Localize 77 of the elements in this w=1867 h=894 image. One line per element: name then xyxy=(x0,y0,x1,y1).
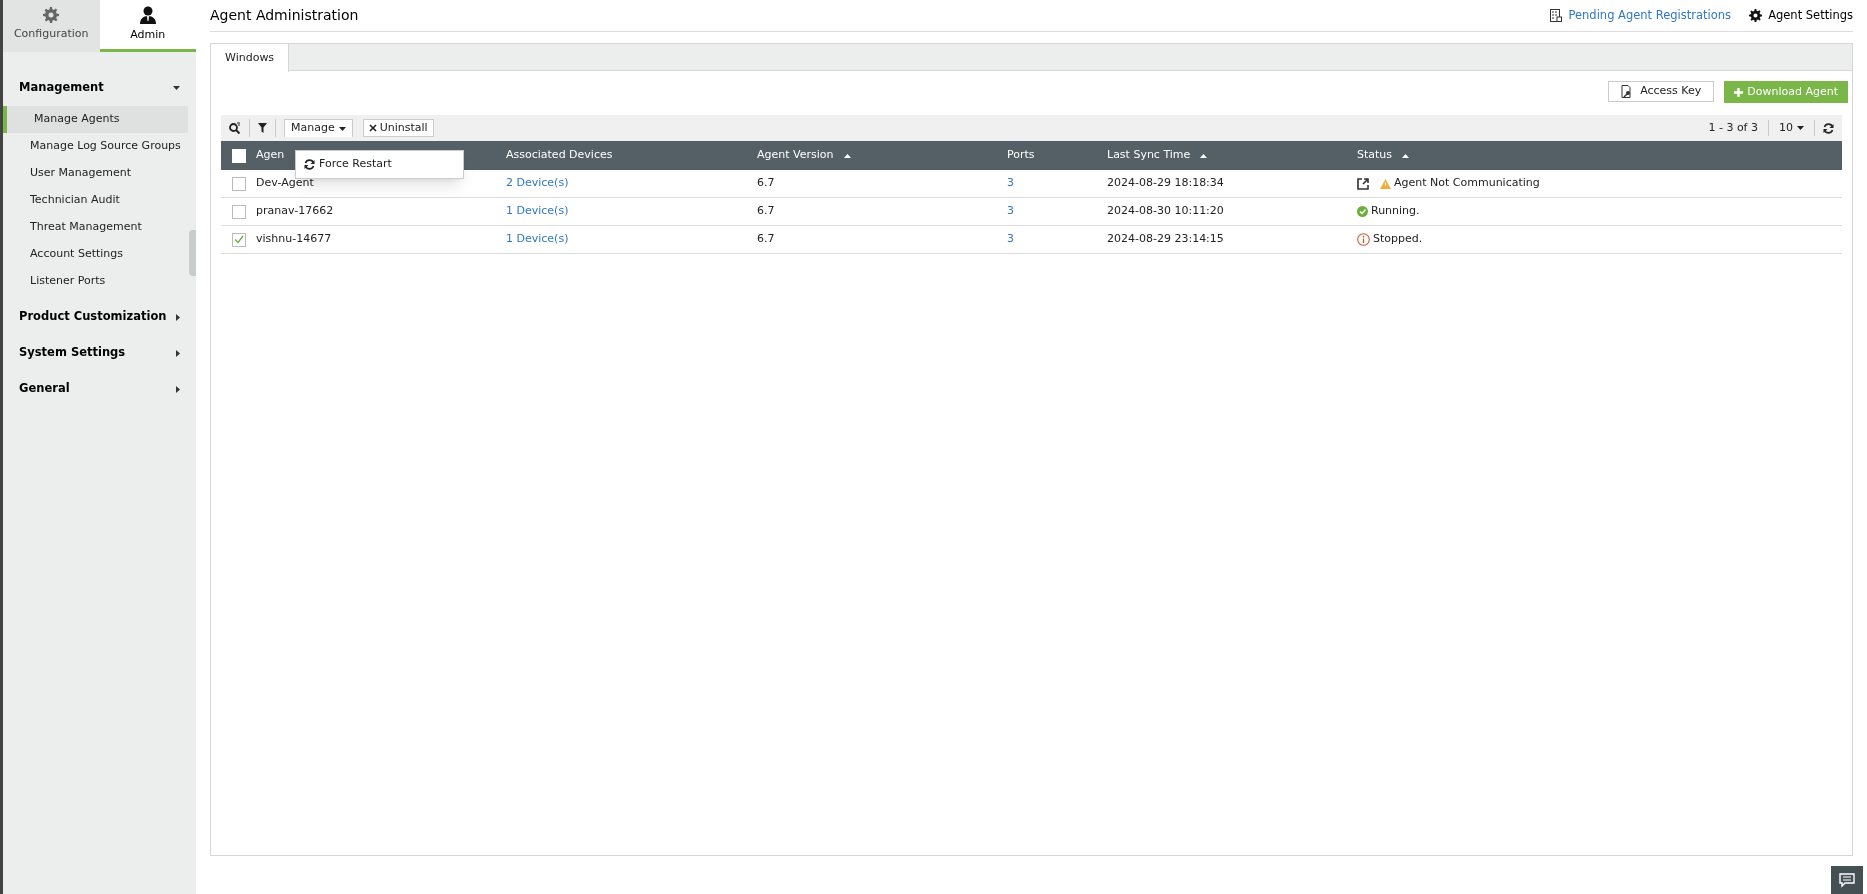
settings-link[interactable]: Agent Settings xyxy=(1749,6,1853,25)
devices-link[interactable]: 2 Device(s) xyxy=(506,176,569,190)
check-circle-icon xyxy=(1357,206,1368,217)
column-header[interactable]: Ports xyxy=(1007,147,1035,164)
checkbox[interactable] xyxy=(231,204,246,219)
caret-down-icon xyxy=(1797,126,1804,130)
settings-icon xyxy=(1749,9,1763,22)
menu-item[interactable]: Force Restart xyxy=(304,156,392,173)
agent-name: pranav-17662 xyxy=(256,204,334,218)
status-text: Running. xyxy=(1371,203,1420,220)
devices-link[interactable]: 1 Device(s) xyxy=(506,232,569,246)
sidebar-section[interactable]: System Settings xyxy=(3,335,196,371)
refresh-icon xyxy=(1823,122,1834,134)
sidebar-item[interactable]: Threat Management xyxy=(3,214,188,241)
version-text: 6.7 xyxy=(757,176,775,190)
sidebar-section[interactable]: Product Customization xyxy=(3,299,196,335)
sidebar-item[interactable]: User Management xyxy=(3,160,188,187)
caret-down-icon xyxy=(173,86,180,90)
key-document-icon xyxy=(1621,85,1633,98)
gear-icon xyxy=(43,6,60,23)
column-header[interactable]: Associated Devices xyxy=(506,147,613,164)
plus-icon xyxy=(1734,87,1744,97)
refresh-icon xyxy=(304,159,315,170)
version-text: 6.7 xyxy=(757,204,775,218)
ports-link[interactable]: 3 xyxy=(1007,176,1014,190)
uninstall-button[interactable]: Uninstall xyxy=(362,119,434,137)
sidebar-item[interactable]: Manage Agents xyxy=(3,106,188,133)
sync-time: 2024-08-29 18:18:34 xyxy=(1107,176,1224,190)
external-link-icon[interactable] xyxy=(1357,177,1369,190)
collapse-handle[interactable] xyxy=(189,230,196,276)
sort-up-icon xyxy=(1402,153,1410,158)
caret-right-icon xyxy=(176,385,180,393)
column-header[interactable]: Last Sync Time xyxy=(1107,147,1208,164)
sort-up-icon xyxy=(843,153,851,158)
user-icon xyxy=(139,5,156,24)
top-tab[interactable]: Configuration xyxy=(3,0,100,52)
header-link[interactable]: Pending Agent Registrations xyxy=(1550,6,1732,25)
page-size-select[interactable]: 10 xyxy=(1769,119,1815,137)
sidebar-item[interactable]: Manage Log Source Groups xyxy=(3,133,188,160)
chat-icon xyxy=(1839,872,1855,888)
sidebar-item[interactable]: Listener Ports xyxy=(3,268,188,295)
sidebar-item[interactable]: Technician Audit xyxy=(3,187,188,214)
sort-up-icon xyxy=(1200,153,1208,158)
ports-link[interactable]: 3 xyxy=(1007,232,1014,246)
caret-down-icon xyxy=(338,126,346,131)
column-header[interactable]: Status xyxy=(1357,147,1410,164)
filter-icon xyxy=(258,123,267,133)
version-text: 6.7 xyxy=(757,232,775,246)
warning-icon xyxy=(1380,178,1391,189)
sync-time: 2024-08-30 10:11:20 xyxy=(1107,204,1224,218)
checkbox[interactable] xyxy=(231,176,246,191)
caret-right-icon xyxy=(176,313,180,321)
sidebar-item[interactable]: Account Settings xyxy=(3,241,188,268)
close-icon xyxy=(368,124,377,132)
agent-name: vishnu-14677 xyxy=(256,232,332,246)
top-tab[interactable]: Admin xyxy=(99,0,196,52)
page-title: Agent Administration xyxy=(210,6,359,25)
agent-name: Dev-Agent xyxy=(256,176,314,190)
chat-button[interactable] xyxy=(1831,866,1863,894)
manage-button[interactable]: Manage xyxy=(284,119,353,137)
column-header[interactable]: Agen xyxy=(256,147,285,164)
sidebar-section[interactable]: General xyxy=(3,371,196,407)
caret-right-icon xyxy=(176,349,180,357)
sync-time: 2024-08-29 23:14:15 xyxy=(1107,232,1224,246)
access-key-button[interactable]: Access Key xyxy=(1608,81,1715,102)
os-tab[interactable]: Windows xyxy=(211,44,290,72)
ports-link[interactable]: 3 xyxy=(1007,204,1014,218)
info-circle-icon xyxy=(1357,233,1370,246)
devices-link[interactable]: 1 Device(s) xyxy=(506,204,569,218)
column-header[interactable]: Agent Version xyxy=(757,147,851,164)
status-text: Stopped. xyxy=(1373,231,1423,248)
status-text: Agent Not Communicating xyxy=(1394,175,1540,192)
pagination-text: 1 - 3 of 3 xyxy=(1708,119,1769,137)
document-grid-icon xyxy=(1550,9,1563,22)
sidebar-section[interactable]: Management xyxy=(3,70,196,106)
checkbox[interactable] xyxy=(231,232,246,247)
search-icon xyxy=(229,122,241,134)
